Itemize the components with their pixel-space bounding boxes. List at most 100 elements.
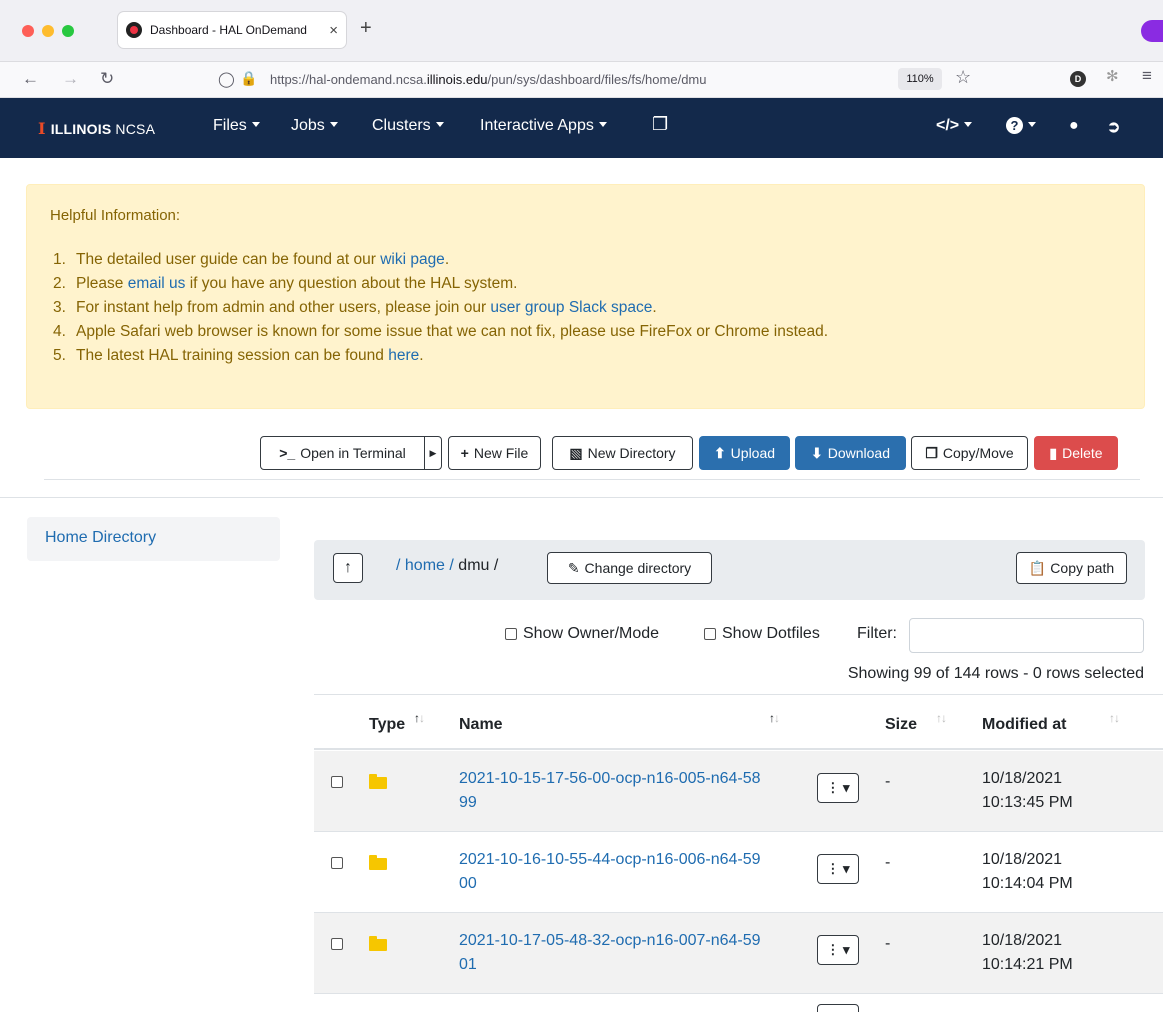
file-size: -	[885, 935, 891, 952]
column-header-size[interactable]: Size	[885, 716, 917, 734]
nav-files-dropdown[interactable]: Files	[213, 117, 260, 135]
file-name-link[interactable]: 2021-10-16-10-55-44-ocp-n16-006-n64-5900	[459, 848, 769, 896]
table-row[interactable]: 2021-10-15-17-56-00-ocp-n16-005-n64-5899…	[314, 751, 1163, 832]
sidebar-item-home-directory[interactable]: Home Directory	[27, 517, 280, 561]
section-divider	[0, 497, 1163, 498]
row-count-status: Showing 99 of 144 rows - 0 rows selected	[847, 665, 1144, 682]
row-select-checkbox[interactable]	[331, 857, 343, 869]
table-row[interactable]	[314, 994, 1163, 1012]
breadcrumb-separator: /	[449, 557, 454, 574]
sort-icon[interactable]: ↑↓	[1109, 711, 1120, 725]
filter-input[interactable]	[909, 618, 1144, 653]
change-directory-button[interactable]: ✎ Change directory	[547, 552, 712, 584]
trash-icon: ▮	[1049, 444, 1058, 461]
url-bar[interactable]: ◯ 🔒 https://hal-ondemand.ncsa.illinois.e…	[204, 65, 996, 95]
folder-icon	[369, 936, 387, 951]
folder-plus-icon: ▧	[569, 444, 583, 461]
parent-directory-button[interactable]: ↑	[333, 553, 363, 583]
modified-at: 10/18/2021 10:14:04 PM	[982, 851, 1073, 892]
tracking-shield-icon[interactable]: ◯	[218, 70, 235, 88]
terminal-dropdown-toggle[interactable]: ▶	[424, 436, 442, 470]
helpful-information-alert: Helpful Information: 1. The detailed user…	[26, 184, 1145, 409]
breadcrumb-path: / home / dmu /	[396, 557, 498, 575]
bookmark-star-icon[interactable]: ☆	[955, 67, 971, 88]
file-name-link[interactable]: 2021-10-15-17-56-00-ocp-n16-005-n64-5899	[459, 767, 769, 815]
nav-interactive-apps-dropdown[interactable]: Interactive Apps	[480, 117, 607, 135]
row-actions-dropdown[interactable]: ⋮ ▾	[817, 773, 859, 803]
file-table-header: Type ↑↓ Name ↑↓ Size ↑↓ Modified at ↑↓	[314, 694, 1163, 750]
url-text[interactable]: https://hal-ondemand.ncsa.illinois.edu/p…	[270, 72, 706, 87]
table-row[interactable]: 2021-10-17-05-48-32-ocp-n16-007-n64-5901…	[314, 913, 1163, 994]
tab-close-icon[interactable]: ×	[329, 22, 338, 39]
breadcrumb: ↑ / home / dmu / ✎ Change directory 📋 Copy…	[314, 540, 1145, 600]
file-name-link[interactable]: 2021-10-17-05-48-32-ocp-n16-007-n64-5901	[459, 929, 769, 977]
reload-icon[interactable]: ↻	[100, 69, 114, 89]
checkbox[interactable]	[704, 628, 716, 640]
maximize-window-button[interactable]	[62, 25, 74, 37]
brand-ncsa: NCSA	[115, 120, 156, 137]
nav-jobs-dropdown[interactable]: Jobs	[291, 117, 338, 135]
sort-icon[interactable]: ↑↓	[769, 711, 780, 725]
column-header-modified[interactable]: Modified at	[982, 716, 1066, 734]
sort-icon[interactable]: ↑↓	[414, 711, 425, 725]
back-arrow-icon[interactable]: ←	[22, 69, 39, 89]
column-header-type[interactable]: Type	[369, 716, 405, 734]
new-file-button[interactable]: + New File	[448, 436, 541, 470]
close-window-button[interactable]	[22, 25, 34, 37]
slack-space-link[interactable]: user group Slack space	[490, 299, 652, 316]
hamburger-menu-icon[interactable]: ≡	[1142, 66, 1152, 86]
code-icon: </>	[936, 117, 960, 134]
folder-icon	[369, 855, 387, 870]
minimize-window-button[interactable]	[42, 25, 54, 37]
brand-logo[interactable]: I ILLINOIS NCSA	[38, 119, 155, 138]
help-dropdown[interactable]: ?	[1006, 117, 1036, 135]
row-actions-dropdown[interactable]	[817, 1004, 859, 1012]
row-actions-dropdown[interactable]: ⋮ ▾	[817, 935, 859, 965]
alert-title: Helpful Information:	[50, 207, 181, 224]
row-actions-dropdown[interactable]: ⋮ ▾	[817, 854, 859, 884]
forward-arrow-icon[interactable]: →	[62, 69, 79, 89]
new-tab-button[interactable]: +	[360, 18, 372, 38]
extension-icon[interactable]	[1141, 20, 1163, 42]
browser-tab-dashboard[interactable]: Dashboard - HAL OnDemand ×	[118, 12, 346, 48]
training-here-link[interactable]: here	[388, 347, 419, 364]
show-dotfiles-checkbox[interactable]: Show Dotfiles	[704, 625, 820, 643]
row-select-checkbox[interactable]	[331, 938, 343, 950]
delete-button[interactable]: ▮ Delete	[1034, 436, 1118, 470]
row-select-checkbox[interactable]	[331, 776, 343, 788]
new-directory-button[interactable]: ▧ New Directory	[552, 436, 693, 470]
breadcrumb-root-link[interactable]: /	[396, 557, 400, 574]
logout-icon[interactable]: ➲	[1107, 117, 1120, 137]
user-icon[interactable]: ●	[1069, 117, 1079, 135]
show-owner-mode-checkbox[interactable]: Show Owner/Mode	[505, 625, 659, 643]
edit-icon: ✎	[567, 559, 580, 576]
profile-avatar[interactable]: D	[1070, 71, 1086, 87]
brand-name: ILLINOIS	[50, 120, 112, 137]
develop-dropdown[interactable]: </>	[936, 117, 973, 135]
copy-icon: ❐	[925, 444, 938, 461]
nav-clusters-dropdown[interactable]: Clusters	[372, 117, 444, 135]
alert-item: 2. Please email us if you have any questi…	[53, 275, 518, 292]
modified-at: 10/18/2021 10:14:21 PM	[982, 932, 1073, 973]
illinois-block-i-icon: I	[38, 119, 46, 138]
sort-icon[interactable]: ↑↓	[936, 711, 947, 725]
file-size: -	[885, 854, 891, 871]
app-navbar: I ILLINOIS NCSA Files Jobs Clusters Inte…	[0, 98, 1163, 158]
copy-icon[interactable]: ❐	[652, 114, 668, 135]
zoom-level-badge[interactable]: 110%	[898, 68, 942, 90]
upload-button[interactable]: ⬆ Upload	[699, 436, 790, 470]
checkbox[interactable]	[505, 628, 517, 640]
lock-icon[interactable]: 🔒	[240, 70, 257, 87]
table-row[interactable]: 2021-10-16-10-55-44-ocp-n16-006-n64-5900…	[314, 832, 1163, 913]
wiki-page-link[interactable]: wiki page	[380, 251, 445, 268]
alert-list: 1. The detailed user guide can be found a…	[50, 248, 828, 368]
terminal-icon: >_	[279, 445, 296, 461]
open-in-terminal-button[interactable]: >_ Open in Terminal	[260, 436, 425, 470]
copy-move-button[interactable]: ❐ Copy/Move	[911, 436, 1028, 470]
breadcrumb-home-link[interactable]: home	[405, 557, 445, 574]
column-header-name[interactable]: Name	[459, 716, 503, 734]
download-button[interactable]: ⬇ Download	[795, 436, 906, 470]
email-us-link[interactable]: email us	[128, 275, 186, 292]
extensions-icon[interactable]: ✻	[1106, 67, 1119, 85]
copy-path-button[interactable]: 📋 Copy path	[1016, 552, 1127, 584]
